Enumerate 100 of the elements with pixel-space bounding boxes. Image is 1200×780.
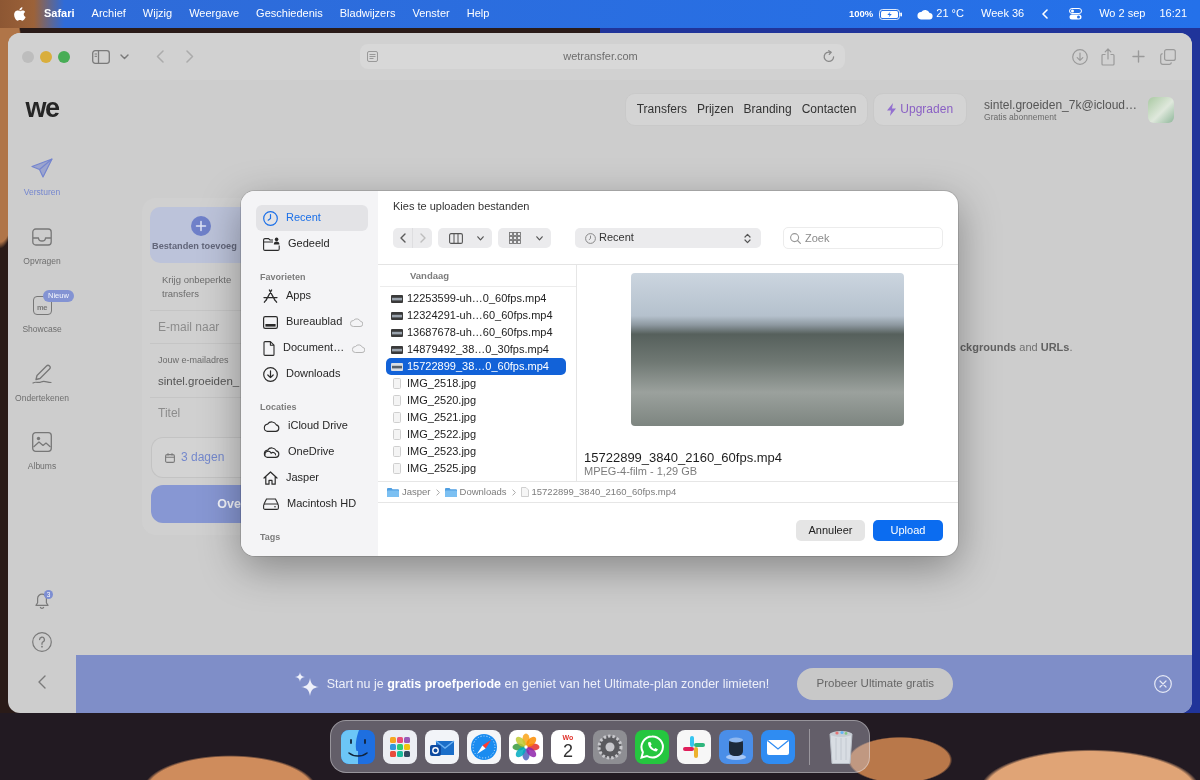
gear-icon[interactable] <box>593 729 627 764</box>
trial-button[interactable]: Probeer Ultimate gratis <box>797 668 954 700</box>
cancel-button[interactable]: Annuleer <box>796 520 865 541</box>
sidebar-item[interactable]: OneDrive <box>256 439 368 465</box>
account-plan: Gratis abonnement <box>984 111 1057 122</box>
location-popup[interactable]: Recent <box>575 228 761 248</box>
file-row[interactable]: IMG_2523.jpg <box>386 443 566 460</box>
forward-icon[interactable] <box>186 50 194 63</box>
sidebar-item[interactable]: Gedeeld <box>256 231 368 257</box>
address-bar[interactable]: wetransfer.com <box>360 44 845 69</box>
file-row[interactable]: IMG_2518.jpg <box>386 375 566 392</box>
file-row[interactable]: 13687678-uh…60_60fps.mp4 <box>386 324 566 341</box>
clock-icon <box>263 210 278 226</box>
back-icon[interactable] <box>156 50 164 63</box>
nav-item[interactable]: Albums <box>8 430 76 499</box>
path-item[interactable]: 15722899_3840_2160_60fps.mp4 <box>531 486 677 498</box>
sidebar-item[interactable]: Bureaublad <box>256 309 368 335</box>
file-row[interactable]: 15722899_38…0_60fps.mp4 <box>386 358 566 375</box>
account-email[interactable]: sintel.groeiden_7k@icloud… <box>984 97 1137 112</box>
menu-item[interactable]: Help <box>466 7 490 21</box>
control-center-icon[interactable] <box>1069 8 1083 20</box>
file-row[interactable]: IMG_2521.jpg <box>386 409 566 426</box>
pinwheel-icon[interactable] <box>677 729 711 764</box>
envelope-icon[interactable] <box>761 729 795 764</box>
page-menu-icon[interactable] <box>367 51 378 62</box>
menu-item[interactable]: Wijzig <box>142 7 173 21</box>
nav-link[interactable]: Branding <box>743 102 792 117</box>
app-menu[interactable]: Safari <box>44 7 75 21</box>
tabs-icon[interactable] <box>1160 48 1176 65</box>
sidebar-item[interactable]: Macintosh HD <box>256 491 368 517</box>
smiling-face-icon[interactable] <box>341 729 375 764</box>
menu-item[interactable]: Venster <box>412 7 450 21</box>
plus-icon[interactable] <box>1132 50 1145 63</box>
sidebar-item[interactable]: Recent <box>256 205 368 231</box>
menu-item[interactable]: Weergave <box>189 7 240 21</box>
battery-icon[interactable] <box>879 8 903 20</box>
flower-icon[interactable] <box>509 729 543 764</box>
upgrade-button[interactable]: Upgraden <box>873 93 968 126</box>
pen-icon <box>32 363 52 384</box>
email-to-field[interactable]: E-mail naar <box>150 311 241 343</box>
apple-icon[interactable] <box>14 7 26 21</box>
sidebar-item[interactable]: Apps <box>256 283 368 309</box>
clock-time[interactable]: 16:21 <box>1159 7 1187 21</box>
trash-icon[interactable] <box>827 729 855 764</box>
nav-link[interactable]: Prijzen <box>696 102 734 117</box>
sender-email-field[interactable]: sintel.groeiden_ <box>150 374 241 389</box>
title-field[interactable]: Titel <box>150 398 241 428</box>
temperature[interactable]: 21 °C <box>936 7 964 21</box>
cloud-icon[interactable] <box>917 8 934 20</box>
close-icon[interactable] <box>1154 675 1172 693</box>
chevron-down-icon[interactable] <box>120 53 129 60</box>
nav-item[interactable]: Opvragen <box>8 224 76 293</box>
menu-item[interactable]: Archief <box>91 7 126 21</box>
section-header: Locaties <box>259 401 298 413</box>
file-row[interactable]: IMG_2525.jpg <box>386 460 566 477</box>
nav-item[interactable]: Ondertekenen <box>8 361 76 430</box>
path-item[interactable]: Jasper <box>402 486 431 498</box>
file-row[interactable]: IMG_2522.jpg <box>386 426 566 443</box>
compass-icon[interactable] <box>467 729 501 764</box>
file-row[interactable]: 12253599-uh…0_60fps.mp4 <box>386 290 566 307</box>
share-icon[interactable] <box>1101 47 1115 66</box>
path-item[interactable]: Downloads <box>459 486 507 498</box>
date[interactable]: Wo 2 sep <box>1099 7 1146 21</box>
sidebar-item[interactable]: iCloud Drive <box>256 413 368 439</box>
document-icon <box>263 340 275 356</box>
file-row[interactable]: 14879492_38…0_30fps.mp4 <box>386 341 566 358</box>
chevron-right-icon <box>435 488 440 496</box>
avatar-placeholder[interactable] <box>1148 96 1174 123</box>
icon-view-button[interactable] <box>498 228 551 248</box>
envelope-icon[interactable] <box>425 729 459 764</box>
chevron-down-icon <box>477 235 484 241</box>
sidebar-item[interactable]: Document… <box>256 335 368 361</box>
bell-icon[interactable] <box>35 593 49 609</box>
up-down-icon <box>744 232 751 244</box>
week-number[interactable]: Week 36 <box>980 7 1025 21</box>
column-view-button[interactable] <box>438 228 492 248</box>
download-icon[interactable] <box>1072 48 1088 65</box>
menu-item[interactable]: Bladwijzers <box>339 7 396 21</box>
nav-link[interactable]: Transfers <box>636 102 687 117</box>
upload-button[interactable]: Upload <box>873 520 943 541</box>
zoom-button[interactable] <box>58 50 70 63</box>
nav-link[interactable]: Contacten <box>801 102 857 117</box>
chevron-left-icon[interactable] <box>38 675 46 689</box>
help-icon[interactable] <box>32 632 52 652</box>
app-grid-icon[interactable] <box>383 729 417 764</box>
search-field[interactable]: Zoek <box>783 227 943 249</box>
sidebar-item[interactable]: Jasper <box>256 465 368 491</box>
chat-bubble-icon[interactable] <box>635 729 669 764</box>
file-row[interactable]: IMG_2520.jpg <box>386 392 566 409</box>
add-files-button[interactable]: Bestanden toevoeg <box>150 207 241 263</box>
file-row[interactable]: 12324291-uh…60_60fps.mp4 <box>386 307 566 324</box>
sidebar-item[interactable]: Downloads <box>256 361 368 387</box>
column-header: Vandaag <box>380 265 576 287</box>
sidebar-toggle-icon[interactable] <box>92 49 110 64</box>
reload-icon[interactable] <box>823 50 835 63</box>
back-button[interactable] <box>393 228 413 248</box>
wetransfer-logo[interactable]: we <box>25 97 59 119</box>
file-name: 15722899_3840_2160_60fps.mp4 <box>583 450 784 465</box>
jar-icon[interactable] <box>719 729 753 764</box>
menu-item[interactable]: Geschiedenis <box>256 7 323 21</box>
